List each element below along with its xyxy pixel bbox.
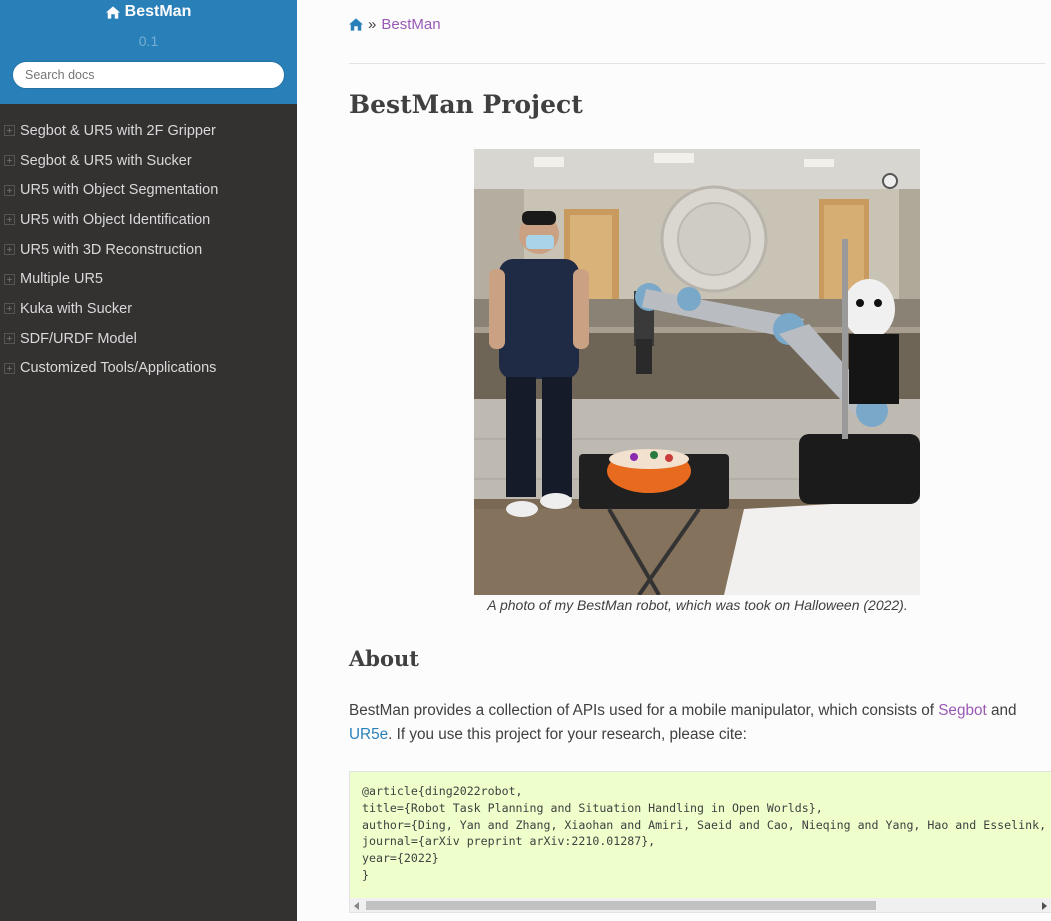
about-text: and [986, 702, 1017, 719]
sidebar-item-sdf-urdf-model[interactable]: SDF/URDF Model [0, 324, 297, 354]
sidebar-item-customized-tools[interactable]: Customized Tools/Applications [0, 354, 297, 384]
plus-square-icon[interactable] [4, 303, 15, 315]
sidebar-item-label: Multiple UR5 [20, 271, 103, 288]
home-icon [349, 18, 363, 31]
version-label: 0.1 [138, 32, 159, 49]
sidebar-item-ur5-object-identification[interactable]: UR5 with Object Identification [0, 205, 297, 235]
sidebar-item-ur5-3d-reconstruction[interactable]: UR5 with 3D Reconstruction [0, 235, 297, 265]
sidebar-item-label: SDF/URDF Model [20, 330, 137, 347]
plus-square-icon[interactable] [4, 125, 15, 137]
divider [349, 63, 1045, 64]
sidebar-item-multiple-ur5[interactable]: Multiple UR5 [0, 264, 297, 294]
ur5e-link[interactable]: UR5e [349, 726, 388, 743]
plus-square-icon[interactable] [4, 273, 15, 285]
sidebar-header: BestMan 0.1 [0, 0, 297, 104]
sidebar-item-label: Segbot & UR5 with 2F Gripper [20, 122, 216, 139]
home-icon [105, 5, 120, 19]
plus-square-icon[interactable] [4, 155, 15, 167]
citation-text: @article{ding2022robot, title={Robot Tas… [362, 784, 1047, 882]
sidebar-nav: Segbot & UR5 with 2F Gripper Segbot & UR… [0, 116, 297, 383]
plus-square-icon[interactable] [4, 362, 15, 374]
sidebar-item-label: UR5 with Object Segmentation [20, 182, 219, 199]
sidebar-item-ur5-object-segmentation[interactable]: UR5 with Object Segmentation [0, 175, 297, 205]
breadcrumb-current-link[interactable]: BestMan [381, 16, 440, 33]
sidebar-item-label: UR5 with 3D Reconstruction [20, 241, 203, 258]
about-paragraph: BestMan provides a collection of APIs us… [349, 699, 1045, 747]
page-title: BestMan Project [349, 90, 583, 119]
sidebar-item-segbot-ur5-2f-gripper[interactable]: Segbot & UR5 with 2F Gripper [0, 116, 297, 146]
sidebar-item-label: Segbot & UR5 with Sucker [20, 152, 192, 169]
plus-square-icon[interactable] [4, 244, 15, 256]
scrollbar-thumb[interactable] [366, 901, 876, 910]
robot-photo [474, 149, 920, 595]
breadcrumb-home-link[interactable] [349, 18, 363, 31]
about-heading: About [349, 646, 419, 671]
sidebar-item-segbot-ur5-sucker[interactable]: Segbot & UR5 with Sucker [0, 146, 297, 176]
sidebar-item-label: Kuka with Sucker [20, 300, 133, 317]
sidebar-item-label: Customized Tools/Applications [20, 360, 217, 377]
project-home-link[interactable]: BestMan [105, 3, 192, 21]
about-text: . If you use this project for your resea… [388, 726, 747, 743]
breadcrumb: » BestMan [349, 16, 441, 33]
figure-caption: A photo of my BestMan robot, which was t… [487, 597, 908, 613]
scroll-left-icon[interactable] [354, 902, 359, 910]
project-name: BestMan [124, 3, 192, 20]
segbot-link[interactable]: Segbot [938, 702, 986, 719]
search-input[interactable] [12, 60, 285, 89]
sidebar-item-kuka-sucker[interactable]: Kuka with Sucker [0, 294, 297, 324]
plus-square-icon[interactable] [4, 214, 15, 226]
about-text: BestMan provides a collection of APIs us… [349, 702, 939, 719]
plus-square-icon[interactable] [4, 333, 15, 345]
sidebar: BestMan 0.1 Segbot & UR5 with 2F Gripper… [0, 0, 297, 921]
breadcrumb-separator: » [368, 16, 377, 33]
plus-square-icon[interactable] [4, 184, 15, 196]
sidebar-item-label: UR5 with Object Identification [20, 211, 211, 228]
horizontal-scrollbar[interactable] [350, 898, 1051, 912]
citation-code-block[interactable]: @article{ding2022robot, title={Robot Tas… [349, 771, 1051, 913]
scroll-right-icon[interactable] [1042, 902, 1047, 910]
